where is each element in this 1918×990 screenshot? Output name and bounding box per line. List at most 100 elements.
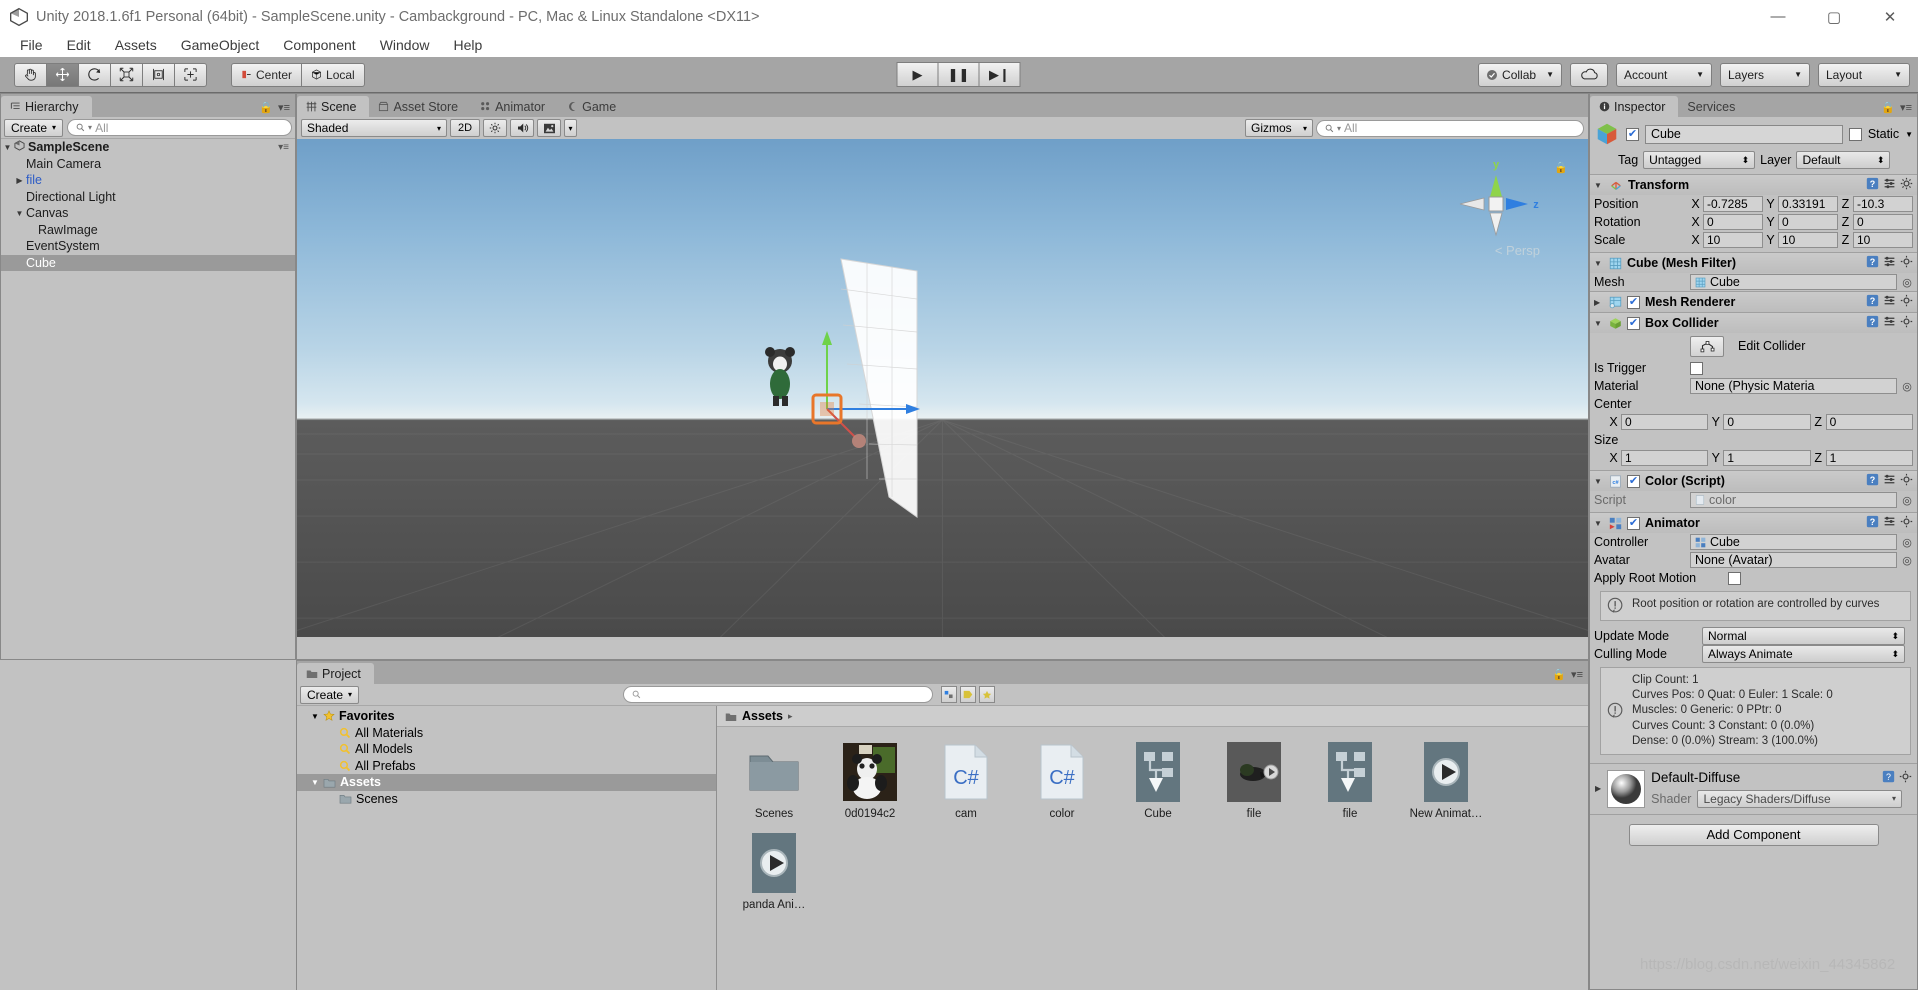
mesh-renderer-header[interactable]: ▶ Mesh Renderer ? [1590,292,1917,312]
lock-icon[interactable]: 🔒 [1552,668,1566,681]
position-x-field[interactable]: -0.7285 [1703,196,1763,212]
minimize-button[interactable]: — [1750,0,1806,33]
object-name-field[interactable]: Cube [1645,125,1843,144]
apply-root-motion-checkbox[interactable] [1728,572,1741,585]
account-dropdown[interactable]: Account ▼ [1616,63,1712,87]
edit-collider-button[interactable] [1690,336,1724,357]
search-by-type-icon[interactable] [941,686,957,703]
project-create-button[interactable]: Create ▾ [300,686,359,704]
tab-scene[interactable]: Scene [297,96,369,117]
mesh-filter-header[interactable]: ▼ Cube (Mesh Filter) ? [1590,253,1917,273]
foldout-icon[interactable]: ▼ [1594,259,1604,268]
hand-tool-icon[interactable] [14,63,47,87]
asset-item[interactable]: Cube [1121,741,1195,820]
asset-item[interactable]: file [1313,741,1387,820]
chevron-down-icon[interactable]: ▼ [1905,130,1913,139]
menu-component[interactable]: Component [271,35,367,55]
rotate-tool-icon[interactable] [78,63,111,87]
scene-perspective-label[interactable]: < Persp [1495,243,1540,258]
object-picker-icon[interactable]: ◎ [1901,554,1913,567]
color-script-header[interactable]: ▼ c# Color (Script) ? [1590,471,1917,491]
menu-file[interactable]: File [8,35,55,55]
rect-tool-icon[interactable] [142,63,175,87]
controller-object-field[interactable]: Cube [1690,534,1897,550]
scene-axis-gizmo[interactable]: y z [1450,157,1542,249]
gear-icon[interactable] [1900,177,1913,193]
hierarchy-item-cube[interactable]: Cube [1,255,295,272]
tab-animator[interactable]: Animator [471,96,558,117]
box-collider-enabled-checkbox[interactable] [1627,317,1640,330]
hierarchy-item-directional-light[interactable]: Directional Light [1,189,295,206]
transform-tool-icon[interactable] [174,63,207,87]
help-icon[interactable]: ? [1866,473,1879,489]
center-z-field[interactable]: 0 [1826,414,1913,430]
step-button[interactable]: ▶❙ [979,62,1021,87]
size-x-field[interactable]: 1 [1621,450,1708,466]
center-x-field[interactable]: 0 [1621,414,1708,430]
hierarchy-item-samplescene[interactable]: ▼SampleScene▾≡ [1,139,295,156]
size-y-field[interactable]: 1 [1723,450,1810,466]
position-z-field[interactable]: -10.3 [1853,196,1913,212]
object-picker-icon[interactable]: ◎ [1901,494,1913,507]
asset-item[interactable]: Scenes [737,741,811,820]
hierarchy-item-rawimage[interactable]: RawImage [1,222,295,239]
tab-inspector[interactable]: Inspector [1590,96,1678,117]
animator-header[interactable]: ▼ Animator ? [1590,513,1917,533]
hierarchy-item-canvas[interactable]: ▼Canvas [1,205,295,222]
project-tree-item-all-models[interactable]: All Models [297,741,716,758]
color-script-enabled-checkbox[interactable] [1627,475,1640,488]
maximize-button[interactable]: ▢ [1806,0,1862,33]
tab-hierarchy[interactable]: Hierarchy [1,96,92,117]
project-search-input[interactable] [623,686,933,703]
scale-tool-icon[interactable] [110,63,143,87]
object-picker-icon[interactable]: ◎ [1901,380,1913,393]
script-object-field[interactable]: color [1690,492,1897,508]
shader-dropdown[interactable]: Legacy Shaders/Diffuse ▾ [1697,790,1902,808]
foldout-icon[interactable]: ▼ [1594,319,1604,328]
gear-icon[interactable] [1900,255,1913,271]
asset-item[interactable]: C#cam [929,741,1003,820]
scene-effects-dropdown[interactable]: ▾ [564,119,577,137]
rotation-z-field[interactable]: 0 [1853,214,1913,230]
collider-material-field[interactable]: None (Physic Materia [1690,378,1897,394]
search-by-label-icon[interactable] [960,686,976,703]
asset-item[interactable]: New Animat… [1409,741,1483,820]
menu-assets[interactable]: Assets [103,35,169,55]
add-component-button[interactable]: Add Component [1629,824,1879,846]
rotation-x-field[interactable]: 0 [1703,214,1763,230]
menu-help[interactable]: Help [441,35,494,55]
foldout-icon[interactable]: ▼ [1594,477,1604,486]
culling-mode-dropdown[interactable]: Always Animate ⬍ [1702,645,1905,663]
scale-z-field[interactable]: 10 [1853,232,1913,248]
space-mode-button[interactable]: Local [301,63,365,87]
scene-menu-icon[interactable]: ▾≡ [278,142,295,153]
preset-icon[interactable] [1883,177,1896,193]
menu-gameobject[interactable]: GameObject [169,35,272,55]
lock-icon[interactable]: 🔒 [1881,101,1895,114]
draw-mode-dropdown[interactable]: Shaded ▾ [301,119,447,137]
avatar-object-field[interactable]: None (Avatar) [1690,552,1897,568]
cloud-button[interactable] [1570,63,1608,87]
tab-game[interactable]: Game [558,96,629,117]
hierarchy-item-eventsystem[interactable]: EventSystem [1,238,295,255]
help-icon[interactable]: ? [1866,315,1879,331]
object-picker-icon[interactable]: ◎ [1901,536,1913,549]
preset-icon[interactable] [1883,473,1896,489]
gear-icon[interactable] [1900,515,1913,531]
menu-icon[interactable]: ▾≡ [278,101,290,114]
foldout-icon[interactable]: ▶ [13,176,26,185]
foldout-icon[interactable]: ▼ [1594,519,1604,528]
project-tree-item-assets[interactable]: ▼Assets [297,774,716,791]
tab-asset-store[interactable]: Asset Store [369,96,471,117]
toggle-2d-button[interactable]: 2D [450,119,480,137]
scene-lock-icon[interactable]: 🔒 [1554,161,1568,174]
foldout-icon[interactable]: ▶ [1594,298,1604,307]
gear-icon[interactable] [1899,770,1912,786]
help-icon[interactable]: ? [1882,770,1895,786]
gear-icon[interactable] [1900,294,1913,310]
tab-project[interactable]: Project [297,663,374,684]
asset-item[interactable]: 0d0194c2 [833,741,907,820]
animator-enabled-checkbox[interactable] [1627,517,1640,530]
preset-icon[interactable] [1883,255,1896,271]
foldout-icon[interactable]: ▶ [1595,784,1601,793]
